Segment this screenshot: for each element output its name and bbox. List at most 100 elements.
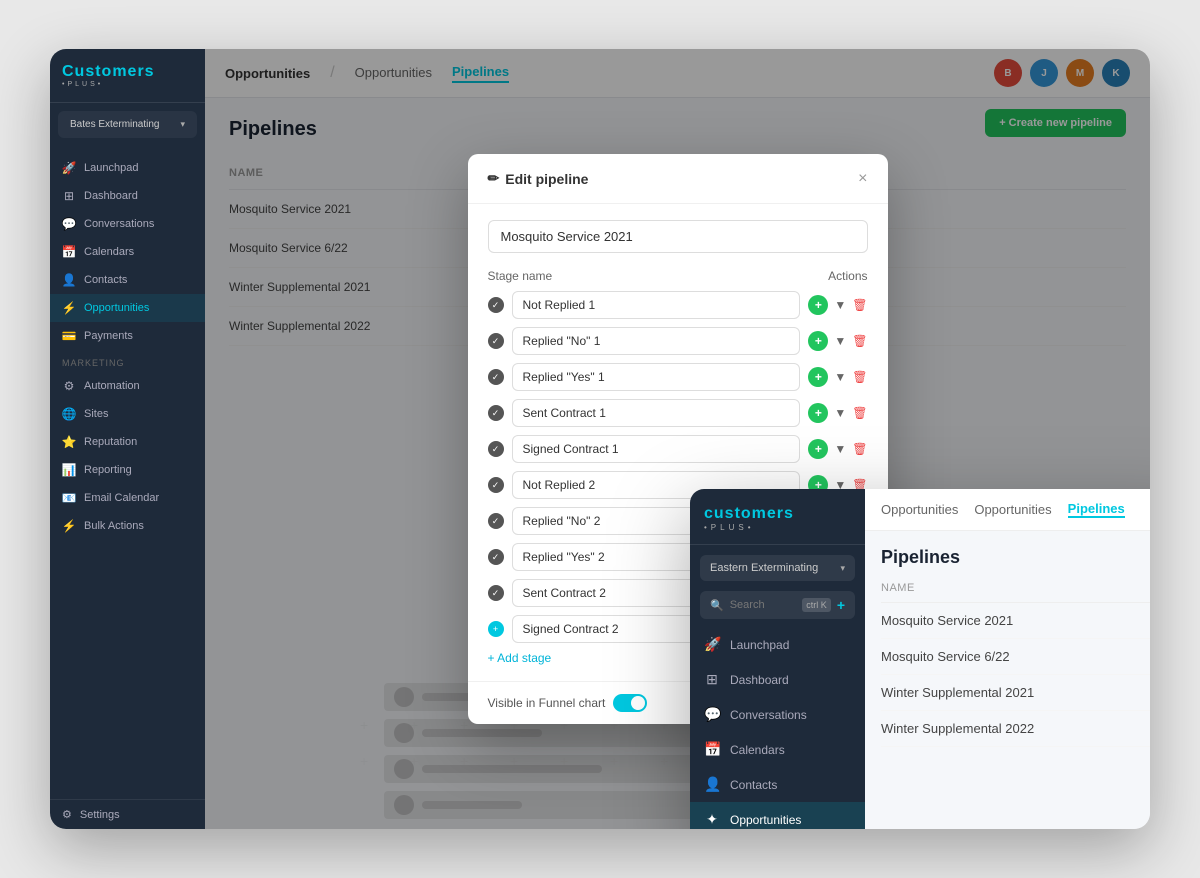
opportunities-icon: ⚡ <box>62 301 76 315</box>
sidebar-item-label: Conversations <box>84 218 154 230</box>
contacts-icon: 👤 <box>704 776 720 793</box>
stage-actions-label: Actions <box>828 269 867 283</box>
zoomed-tab-opportunities2[interactable]: Opportunities <box>974 502 1051 517</box>
sidebar-item-launchpad[interactable]: 🚀 Launchpad <box>50 154 205 182</box>
stage-row-4: + ▼ 🗑 <box>488 399 868 427</box>
calendars-icon: 📅 <box>62 245 76 259</box>
stage-check-icon <box>488 477 504 493</box>
zoomed-tab-opportunities1[interactable]: Opportunities <box>881 502 958 517</box>
zoomed-card: customers •PLUS• Eastern Exterminating ▾… <box>690 489 1150 829</box>
stage-filter-button[interactable]: ▼ <box>834 334 846 348</box>
sidebar-item-bulk-actions[interactable]: ⚡ Bulk Actions <box>50 512 205 540</box>
stage-delete-button[interactable]: 🗑 <box>852 370 867 384</box>
sidebar-item-label: Calendars <box>84 246 134 258</box>
sidebar-item-payments[interactable]: 💳 Payments <box>50 322 205 350</box>
zoomed-search-bar[interactable]: 🔍 Search ctrl K + <box>700 591 855 619</box>
zoomed-nav-conversations[interactable]: 💬 Conversations <box>690 697 865 732</box>
zoomed-nav-calendars[interactable]: 📅 Calendars <box>690 732 865 767</box>
sidebar-item-label: Launchpad <box>84 162 138 174</box>
sidebar-item-contacts[interactable]: 👤 Contacts <box>50 266 205 294</box>
stage-check-icon <box>488 549 504 565</box>
sidebar-settings[interactable]: ⚙ Settings <box>50 799 205 829</box>
stage-filter-button[interactable]: ▼ <box>834 370 846 384</box>
zoomed-sidebar: customers •PLUS• Eastern Exterminating ▾… <box>690 489 865 829</box>
stage-action-btns: + ▼ 🗑 <box>808 295 867 315</box>
zoomed-topbar: Opportunities Opportunities Pipelines <box>865 489 1150 531</box>
stage-delete-button[interactable]: 🗑 <box>852 334 867 348</box>
nav-label: Opportunities <box>730 813 801 827</box>
sidebar-item-sites[interactable]: 🌐 Sites <box>50 400 205 428</box>
sidebar-item-label: Automation <box>84 380 140 392</box>
sidebar-item-email-calendar[interactable]: 📧 Email Calendar <box>50 484 205 512</box>
sidebar-item-opportunities[interactable]: ⚡ Opportunities <box>50 294 205 322</box>
stage-check-icon <box>488 369 504 385</box>
email-calendar-icon: 📧 <box>62 491 76 505</box>
stage-add-button[interactable]: + <box>808 295 828 315</box>
edit-icon: ✏ <box>488 170 500 187</box>
sidebar-logo: Customers •PLUS• <box>50 49 205 103</box>
sidebar-item-reputation[interactable]: ⭐ Reputation <box>50 428 205 456</box>
zoomed-logo: customers •PLUS• <box>690 489 865 545</box>
stage-check-icon <box>488 333 504 349</box>
sidebar-item-automation[interactable]: ⚙ Automation <box>50 372 205 400</box>
launchpad-icon: 🚀 <box>704 636 720 653</box>
stage-row-1: + ▼ 🗑 <box>488 291 868 319</box>
zoomed-nav-opportunities[interactable]: ✦ Opportunities <box>690 802 865 829</box>
opportunities-icon: ✦ <box>704 811 720 828</box>
stage-row-5: + ▼ 🗑 <box>488 435 868 463</box>
sidebar-account[interactable]: Bates Exterminating ▾ <box>58 111 197 138</box>
sidebar-item-calendars[interactable]: 📅 Calendars <box>50 238 205 266</box>
zoomed-nav-contacts[interactable]: 👤 Contacts <box>690 767 865 802</box>
stage-input-5[interactable] <box>512 435 801 463</box>
sidebar-item-label: Payments <box>84 330 133 342</box>
zoomed-nav-dashboard[interactable]: ⊞ Dashboard <box>690 662 865 697</box>
automation-icon: ⚙ <box>62 379 76 393</box>
zoomed-pipeline-row-3[interactable]: Winter Supplemental 2021 <box>881 675 1150 711</box>
stage-add-button[interactable]: + <box>808 403 828 423</box>
stage-row-2: + ▼ 🗑 <box>488 327 868 355</box>
zoomed-pipeline-row-2[interactable]: Mosquito Service 6/22 <box>881 639 1150 675</box>
stage-add-button[interactable]: + <box>808 439 828 459</box>
stage-delete-button[interactable]: 🗑 <box>852 406 867 420</box>
stage-delete-button[interactable]: 🗑 <box>852 298 867 312</box>
zoomed-main: Opportunities Opportunities Pipelines Pi… <box>865 489 1150 829</box>
sidebar-item-conversations[interactable]: 💬 Conversations <box>50 210 205 238</box>
logo-text: Customers <box>62 63 193 81</box>
chevron-down-icon: ▾ <box>180 119 185 130</box>
stage-input-4[interactable] <box>512 399 801 427</box>
sidebar-item-label: Dashboard <box>84 190 138 202</box>
sidebar-item-dashboard[interactable]: ⊞ Dashboard <box>50 182 205 210</box>
launchpad-icon: 🚀 <box>62 161 76 175</box>
settings-icon: ⚙ <box>62 808 72 821</box>
stage-input-1[interactable] <box>512 291 801 319</box>
stage-filter-button[interactable]: ▼ <box>834 442 846 456</box>
sidebar-item-reporting[interactable]: 📊 Reporting <box>50 456 205 484</box>
conversations-icon: 💬 <box>62 217 76 231</box>
stage-input-3[interactable] <box>512 363 801 391</box>
nav-label: Conversations <box>730 708 807 722</box>
stage-add-button[interactable]: + <box>808 331 828 351</box>
stage-filter-button[interactable]: ▼ <box>834 298 846 312</box>
stage-check-icon <box>488 405 504 421</box>
stage-delete-button[interactable]: 🗑 <box>852 442 867 456</box>
modal-header: ✏ Edit pipeline × <box>468 154 888 204</box>
zoomed-logo-plus: •PLUS• <box>704 523 851 532</box>
sites-icon: 🌐 <box>62 407 76 421</box>
zoomed-pipeline-row-1[interactable]: Mosquito Service 2021 <box>881 603 1150 639</box>
zoomed-tab-pipelines[interactable]: Pipelines <box>1068 501 1125 518</box>
stage-add-button[interactable]: + <box>808 367 828 387</box>
stage-filter-button[interactable]: ▼ <box>834 406 846 420</box>
sidebar-item-label: Contacts <box>84 274 127 286</box>
stage-input-2[interactable] <box>512 327 801 355</box>
pipeline-name-input[interactable] <box>488 220 868 253</box>
modal-close-button[interactable]: × <box>858 171 867 187</box>
zoomed-pipeline-row-4[interactable]: Winter Supplemental 2022 <box>881 711 1150 747</box>
conversations-icon: 💬 <box>704 706 720 723</box>
zoomed-search-text: Search <box>730 599 797 611</box>
zoomed-nav-launchpad[interactable]: 🚀 Launchpad <box>690 627 865 662</box>
app-container: Customers •PLUS• Bates Exterminating ▾ 🚀… <box>50 49 1150 829</box>
zoomed-account-selector[interactable]: Eastern Exterminating ▾ <box>700 555 855 581</box>
settings-label: Settings <box>80 809 120 821</box>
funnel-chart-toggle[interactable] <box>613 694 647 712</box>
zoomed-table-header: Name <box>881 582 1150 603</box>
